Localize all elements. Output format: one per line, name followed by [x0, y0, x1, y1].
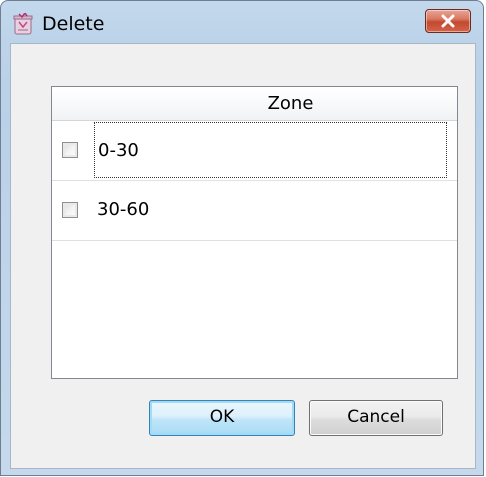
table-row[interactable]: 0-30: [52, 121, 457, 181]
close-icon: [441, 14, 455, 28]
close-button[interactable]: [425, 9, 471, 33]
row-checkbox[interactable]: [62, 142, 78, 158]
column-header-zone[interactable]: Zone: [52, 87, 457, 121]
row-checkbox[interactable]: [62, 202, 78, 218]
zone-table: Zone 0-30 30-60: [51, 86, 458, 379]
window-title: Delete: [42, 13, 105, 35]
title-bar[interactable]: Delete: [1, 1, 483, 43]
cancel-button[interactable]: Cancel: [309, 400, 443, 436]
dialog-client-area: Zone 0-30 30-60 OK Cancel: [10, 43, 476, 469]
zone-cell[interactable]: 0-30: [94, 122, 447, 178]
table-row[interactable]: 30-60: [52, 181, 457, 241]
column-header-label: Zone: [267, 93, 314, 114]
ok-button[interactable]: OK: [149, 400, 295, 436]
delete-dialog-window: Delete Zone 0-30 30-60 OK Cancel: [0, 0, 484, 476]
zone-cell[interactable]: 30-60: [94, 182, 447, 238]
recycle-bin-icon: [13, 11, 33, 35]
